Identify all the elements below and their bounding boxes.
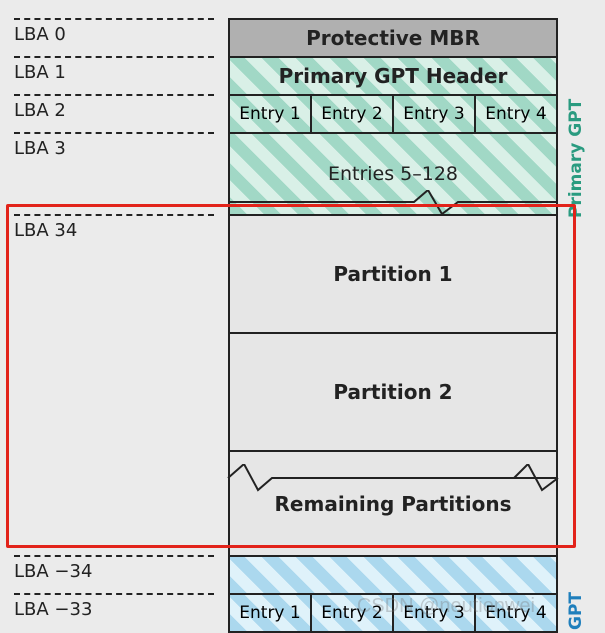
lba-label-34: LBA 34 — [14, 220, 77, 241]
lba-label-3: LBA 3 — [14, 138, 66, 159]
guide-dash — [14, 593, 214, 595]
guide-dash — [14, 56, 214, 58]
block-label: Partition 2 — [333, 380, 452, 404]
block-partition-1: Partition 1 — [228, 214, 558, 334]
guide-dash — [14, 214, 214, 216]
lba-label-0: LBA 0 — [14, 24, 66, 45]
guide-dash — [14, 18, 214, 20]
lba-label-neg33: LBA −33 — [14, 599, 92, 620]
block-secondary-spacer — [228, 555, 558, 595]
guide-dash — [14, 94, 214, 96]
block-entries-5-128: Entries 5–128 — [228, 132, 558, 216]
guide-dash — [14, 132, 214, 134]
entry-cell: Entry 4 — [474, 94, 558, 134]
row-entries-1-4: Entry 1 Entry 2 Entry 3 Entry 4 — [228, 94, 558, 134]
entry-cell: Entry 2 — [310, 94, 394, 134]
side-label-primary-gpt: Primary GPT — [566, 60, 586, 218]
guide-dash — [14, 555, 214, 557]
entry-cell: Entry 1 — [228, 593, 312, 633]
watermark-text: CSDN @neutionwei — [357, 595, 535, 618]
block-label: Protective MBR — [306, 26, 480, 50]
lba-label-2: LBA 2 — [14, 100, 66, 121]
lba-label-neg34: LBA −34 — [14, 561, 92, 582]
block-primary-gpt-header: Primary GPT Header — [228, 56, 558, 96]
entry-cell: Entry 3 — [392, 94, 476, 134]
block-label: Entries 5–128 — [328, 163, 458, 185]
side-label-secondary-gpt: GPT — [566, 570, 586, 630]
gpt-layout-diagram: LBA 0 LBA 1 LBA 2 LBA 3 LBA 34 LBA −34 L… — [0, 0, 605, 633]
block-label: Remaining Partitions — [275, 492, 512, 516]
entry-cell: Entry 1 — [228, 94, 312, 134]
block-remaining-partitions: Remaining Partitions — [228, 450, 558, 557]
block-partition-2: Partition 2 — [228, 332, 558, 452]
block-protective-mbr: Protective MBR — [228, 18, 558, 58]
block-label: Primary GPT Header — [279, 64, 508, 88]
block-label: Partition 1 — [333, 262, 452, 286]
lba-label-1: LBA 1 — [14, 62, 66, 83]
